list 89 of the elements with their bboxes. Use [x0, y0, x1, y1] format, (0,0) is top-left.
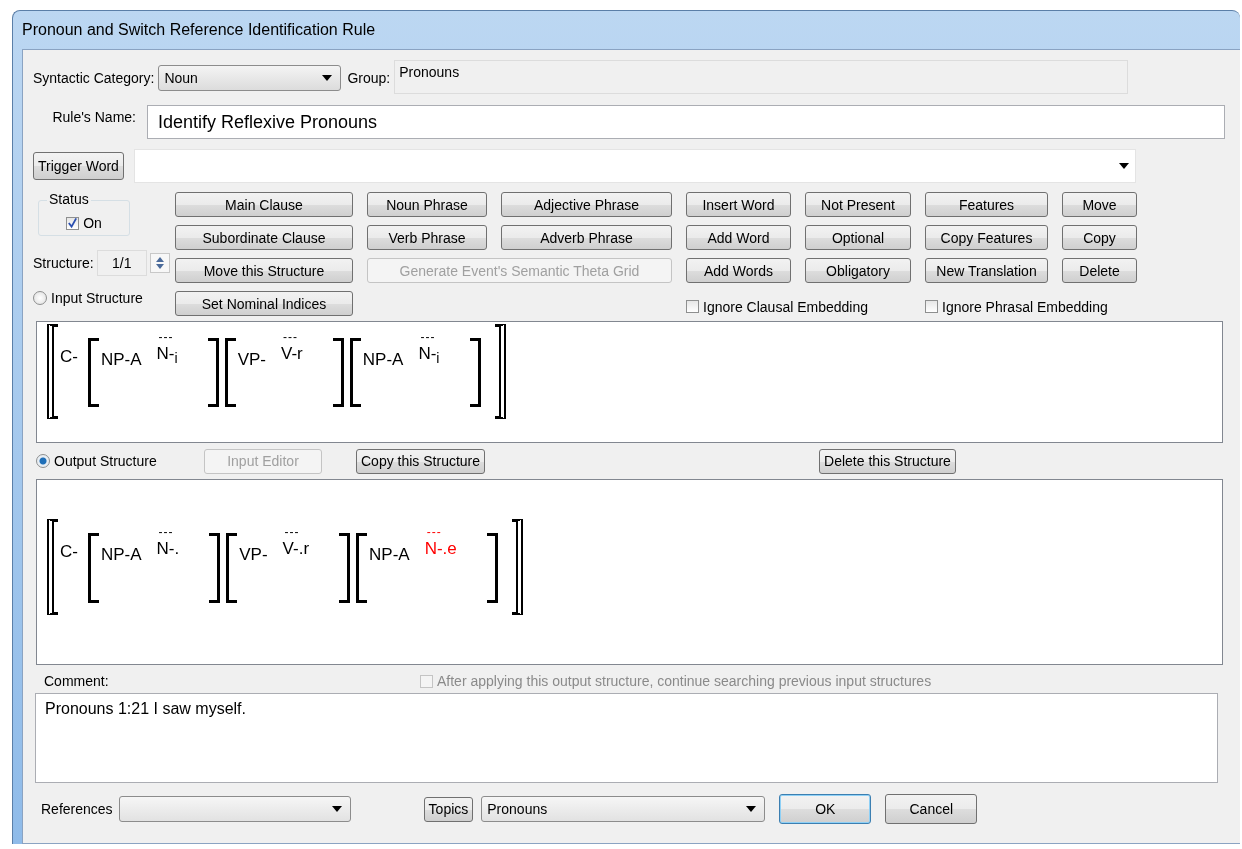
group-field: Pronouns — [394, 60, 1129, 94]
structure-button[interactable]: Copy this Structure — [356, 448, 486, 474]
word-label: V-r — [281, 344, 303, 364]
checkbox[interactable] — [925, 300, 938, 313]
left-bracket — [87, 533, 99, 603]
structure-button[interactable]: Delete this Structure — [819, 448, 956, 474]
topics-dropdown[interactable]: Pronouns — [481, 796, 766, 822]
left-bracket — [356, 533, 368, 603]
word-label: V-.r — [282, 539, 310, 559]
tool-button[interactable]: Main Clause — [175, 192, 353, 217]
phrase-label: VP- — [239, 545, 268, 566]
tool-button[interactable]: Delete — [1062, 258, 1137, 283]
tool-button[interactable]: Adverb Phrase — [501, 225, 672, 250]
radio-label: Input Structure — [51, 290, 143, 306]
right-bracket — [339, 533, 351, 603]
comment-field[interactable]: Pronouns 1:21 I saw myself. — [35, 693, 1218, 783]
left-bracket — [349, 338, 361, 407]
tool-button[interactable]: Not Present — [805, 192, 911, 217]
caret-icon — [1118, 163, 1129, 169]
trigger-word-button[interactable]: Trigger Word — [33, 152, 124, 180]
word-marker: --- — [283, 332, 299, 342]
right-bracket — [469, 338, 481, 407]
tool-button[interactable]: Noun Phrase — [367, 192, 487, 217]
word-marker: --- — [420, 332, 436, 342]
word-marker: --- — [284, 527, 300, 537]
right-bracket — [332, 338, 344, 407]
radio-button[interactable] — [33, 291, 47, 305]
tool-button[interactable]: Copy — [1062, 225, 1137, 250]
group-title: Status — [47, 191, 91, 207]
tool-button[interactable]: Move — [1062, 192, 1137, 217]
cancel-button[interactable]: Cancel — [885, 794, 978, 824]
word-label: N-$_{i}$ — [418, 344, 440, 369]
tool-button[interactable]: Features — [925, 192, 1048, 217]
word-marker: --- — [158, 332, 174, 342]
checkbox-label: Ignore Clausal Embedding — [703, 298, 868, 315]
field-label: Syntactic Category: — [33, 70, 155, 86]
checkbox[interactable] — [686, 300, 699, 313]
caret-icon — [746, 806, 757, 812]
word-marker: --- — [426, 527, 442, 537]
caret-icon — [322, 75, 333, 81]
phrase-label: NP-A — [362, 350, 404, 371]
window-title: Pronoun and Switch Reference Identification Rule — [22, 21, 376, 39]
phrase-label: NP-A — [100, 350, 142, 371]
name-field[interactable]: Identify Reflexive Pronouns — [147, 105, 1225, 139]
tool-button[interactable]: Subordinate Clause — [175, 225, 353, 250]
phrase-label: NP-A — [100, 545, 142, 566]
field-label: References — [41, 801, 113, 817]
word-label: N-.e — [424, 539, 457, 559]
topics-button[interactable]: Topics — [423, 796, 474, 822]
tool-button[interactable]: Add Word — [686, 225, 791, 250]
phrase-label: VP- — [237, 350, 267, 371]
tool-button[interactable]: Verb Phrase — [367, 225, 487, 250]
checkbox-label: After applying this output structure, continue searching previous input structures — [437, 673, 932, 689]
ok-button[interactable]: OK — [779, 794, 872, 824]
structure-field: 1/1 — [96, 250, 147, 276]
field-label: Comment: — [43, 673, 110, 689]
category-dropdown[interactable]: Noun — [158, 65, 342, 91]
tool-button[interactable]: Optional — [805, 225, 911, 250]
left-bracket — [226, 533, 238, 603]
clause-label: C- — [60, 346, 78, 367]
word-label: N-$_{i}$ — [156, 344, 178, 369]
tool-button[interactable]: Obligatory — [805, 258, 911, 283]
caret-icon — [331, 806, 342, 812]
left-bracket — [224, 338, 236, 407]
field-label: Rule's Name: — [51, 109, 136, 125]
right-bracket — [486, 533, 498, 603]
tool-button[interactable]: Copy Features — [925, 225, 1048, 250]
field-label: Structure: — [33, 255, 94, 271]
radio-button[interactable] — [36, 454, 50, 468]
checkbox-label: On — [83, 215, 102, 231]
radio-label: Output Structure — [54, 453, 157, 469]
tool-button[interactable]: Adjective Phrase — [501, 192, 672, 217]
tool-button[interactable]: New Translation — [925, 258, 1048, 283]
references-dropdown[interactable] — [118, 796, 351, 822]
tool-button[interactable]: Set Nominal Indices — [175, 291, 353, 316]
tool-button[interactable]: Add Words — [686, 258, 791, 283]
left-bracket — [87, 338, 99, 407]
tool-button[interactable]: Insert Word — [686, 192, 791, 217]
word-label: N-. — [156, 539, 180, 559]
clause-label: C- — [60, 542, 78, 562]
right-bracket — [209, 533, 221, 603]
word-marker: --- — [158, 527, 174, 537]
spin-buttons[interactable] — [149, 253, 170, 273]
field-label: Group: — [347, 70, 391, 86]
checkbox-label: Ignore Phrasal Embedding — [942, 298, 1108, 315]
phrase-label: NP-A — [369, 545, 410, 566]
checkbox[interactable] — [66, 216, 80, 230]
right-bracket — [207, 338, 219, 407]
tool-button[interactable]: Move this Structure — [175, 258, 353, 283]
